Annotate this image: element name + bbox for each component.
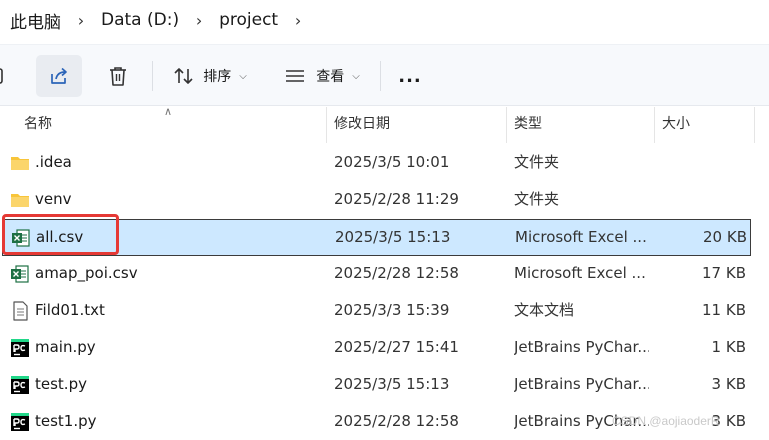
- file-date: 2025/2/28 12:58: [334, 264, 459, 282]
- file-size: 1 KB: [711, 338, 746, 356]
- chevron-down-icon: ⌵: [352, 70, 360, 82]
- delete-button[interactable]: [96, 55, 140, 97]
- file-name: amap_poi.csv: [35, 264, 138, 282]
- sort-icon: [174, 68, 193, 84]
- file-row-selected[interactable]: all.csv 2025/3/5 15:13 Microsoft Excel .…: [2, 219, 751, 256]
- more-options-button[interactable]: ...: [390, 55, 430, 97]
- file-row[interactable]: Fild01.txt 2025/3/3 15:39 文本文档 11 KB: [0, 292, 769, 329]
- file-date: 2025/2/28 11:29: [334, 190, 459, 208]
- chevron-down-icon: ⌵: [239, 70, 247, 82]
- breadcrumb: 此电脑 › Data (D:) › project ›: [0, 0, 769, 40]
- chevron-right-icon[interactable]: ›: [67, 11, 95, 30]
- command-bar: 排序 ⌵ 查看 ⌵ ...: [0, 44, 769, 106]
- file-type: JetBrains PyChar...: [514, 338, 649, 356]
- column-divider[interactable]: [754, 107, 755, 143]
- file-type: 文本文档: [514, 301, 575, 319]
- file-type: Microsoft Excel ...: [514, 264, 646, 282]
- more-icon: ...: [398, 65, 422, 87]
- folder-icon: [11, 194, 29, 207]
- file-row[interactable]: test.py 2025/3/5 15:13 JetBrains PyChar.…: [0, 366, 769, 403]
- file-row[interactable]: main.py 2025/2/27 15:41 JetBrains PyChar…: [0, 329, 769, 366]
- copy-icon: [0, 68, 3, 84]
- file-name: main.py: [35, 338, 96, 356]
- share-icon: [51, 67, 67, 84]
- file-date: 2025/2/28 12:58: [334, 412, 459, 430]
- file-type: Microsoft Excel ...: [515, 228, 647, 246]
- chevron-right-icon[interactable]: ›: [185, 11, 213, 30]
- column-header-size[interactable]: 大小: [654, 107, 754, 143]
- file-date: 2025/3/5 10:01: [334, 153, 450, 171]
- file-date: 2025/3/5 15:13: [335, 228, 451, 246]
- file-type: 文件夹: [514, 153, 560, 171]
- column-header-date[interactable]: 修改日期: [326, 107, 506, 143]
- excel-csv-icon: [12, 229, 30, 247]
- file-name: Fild01.txt: [35, 301, 105, 319]
- column-header-type[interactable]: 类型: [506, 107, 654, 143]
- file-row[interactable]: .idea 2025/3/5 10:01 文件夹: [0, 144, 769, 181]
- excel-csv-icon: [11, 265, 29, 283]
- chevron-right-icon[interactable]: ›: [284, 11, 312, 30]
- watermark: CSDN @aojiaoderR: [612, 414, 720, 428]
- file-size: [660, 144, 746, 181]
- breadcrumb-drive-d[interactable]: Data (D:): [95, 10, 185, 30]
- file-name: all.csv: [36, 228, 84, 246]
- column-header-name[interactable]: 名称: [16, 107, 326, 143]
- file-date: 2025/2/27 15:41: [334, 338, 459, 356]
- file-size: 11 KB: [702, 301, 746, 319]
- toolbar-divider: [152, 61, 153, 91]
- trash-icon: [110, 67, 126, 86]
- file-type: 文件夹: [514, 190, 560, 208]
- sort-button[interactable]: 排序 ⌵: [164, 55, 256, 97]
- sort-label: 排序: [203, 69, 232, 85]
- view-label: 查看: [316, 69, 345, 85]
- file-size: 17 KB: [702, 264, 746, 282]
- file-date: 2025/3/3 15:39: [334, 301, 450, 319]
- pycharm-file-icon: [11, 376, 29, 394]
- file-name: .idea: [35, 153, 72, 171]
- toolbar-divider: [380, 61, 381, 91]
- text-file-icon: [13, 301, 28, 321]
- file-name: venv: [35, 190, 72, 208]
- share-button[interactable]: [36, 55, 82, 97]
- folder-icon: [11, 157, 29, 170]
- pycharm-file-icon: [11, 413, 29, 431]
- file-size: [660, 181, 746, 218]
- file-size: 20 KB: [703, 228, 747, 246]
- column-header-row: ∧ 名称 修改日期 类型 大小: [0, 105, 769, 143]
- view-button[interactable]: 查看 ⌵: [276, 55, 368, 97]
- file-name: test1.py: [35, 412, 97, 430]
- breadcrumb-project[interactable]: project: [213, 10, 284, 30]
- copy-button[interactable]: [0, 55, 8, 97]
- file-row[interactable]: amap_poi.csv 2025/2/28 12:58 Microsoft E…: [0, 255, 769, 292]
- view-list-icon: [286, 70, 305, 82]
- file-name: test.py: [35, 375, 87, 393]
- file-type: JetBrains PyChar...: [514, 375, 649, 393]
- breadcrumb-this-pc[interactable]: 此电脑: [0, 8, 67, 33]
- file-date: 2025/3/5 15:13: [334, 375, 450, 393]
- file-size: 3 KB: [711, 375, 746, 393]
- pycharm-file-icon: [11, 339, 29, 357]
- file-row[interactable]: venv 2025/2/28 11:29 文件夹: [0, 181, 769, 218]
